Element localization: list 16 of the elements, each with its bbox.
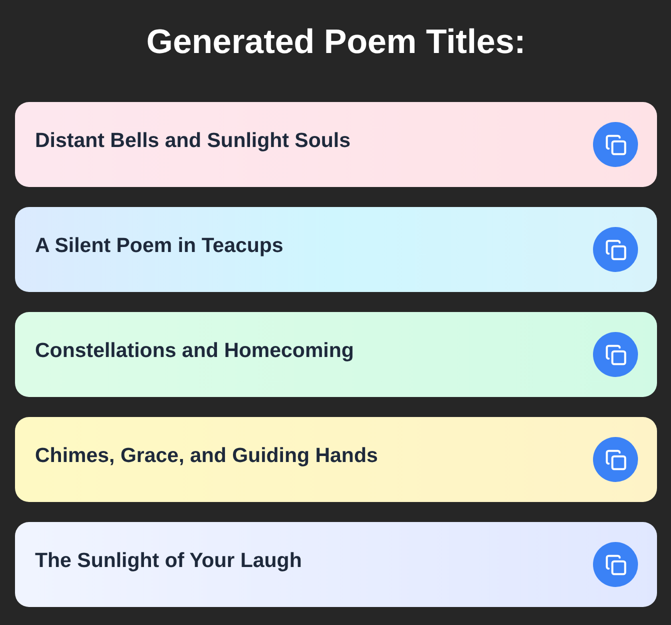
copy-button[interactable]: [593, 437, 638, 482]
copy-button[interactable]: [593, 122, 638, 167]
copy-icon: [604, 448, 626, 470]
copy-icon: [604, 344, 626, 366]
copy-button[interactable]: [593, 332, 638, 377]
poem-title: Constellations and Homecoming: [35, 338, 354, 362]
copy-icon: [604, 554, 626, 576]
poem-title: Chimes, Grace, and Guiding Hands: [35, 444, 378, 468]
copy-icon: [604, 134, 626, 156]
copy-button[interactable]: [593, 542, 638, 587]
copy-button[interactable]: [593, 227, 638, 272]
poem-title: The Sunlight of Your Laugh: [35, 548, 302, 572]
poem-title: A Silent Poem in Teacups: [35, 234, 284, 258]
copy-icon: [604, 238, 626, 260]
poem-title: Distant Bells and Sunlight Souls: [35, 128, 350, 152]
page-heading: Generated Poem Titles:: [146, 22, 526, 63]
